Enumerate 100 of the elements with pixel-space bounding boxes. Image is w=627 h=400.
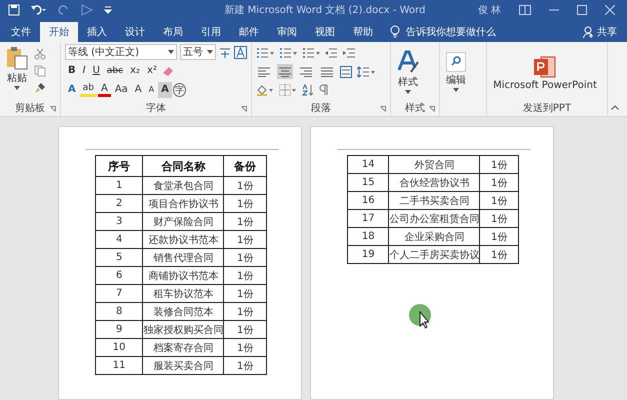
font-effect-button[interactable]: Aa (112, 82, 131, 98)
caret-icon (168, 50, 174, 54)
table-cell: 1份 (224, 212, 266, 230)
dialog-launcher-icon[interactable] (50, 106, 56, 112)
editing-button[interactable]: 编辑 (444, 50, 468, 94)
table-cell: 企业采购合同 (388, 228, 480, 246)
increase-indent-icon[interactable] (343, 47, 356, 59)
customize-caret-icon[interactable] (104, 6, 112, 14)
send-to-powerpoint-button[interactable]: Microsoft PowerPoint (491, 51, 599, 93)
styles-button[interactable]: 样式 (395, 48, 421, 96)
ribbon-tab[interactable]: 布局 (154, 22, 192, 42)
table-cell: 8 (96, 302, 143, 320)
group-label: 剪贴板 (15, 102, 45, 115)
borders-icon[interactable] (279, 84, 297, 96)
maximize-icon[interactable] (577, 5, 587, 15)
user-name[interactable]: 俊 林 (478, 3, 501, 17)
table-cell: 7 (96, 284, 143, 302)
font-effect-button[interactable]: 字 (172, 82, 186, 96)
distributed-align-icon[interactable] (340, 66, 352, 78)
caret-icon (207, 50, 213, 54)
decrease-indent-icon[interactable] (325, 47, 338, 59)
table-cell: 9 (96, 320, 143, 338)
format-button[interactable]: U (90, 62, 103, 78)
table-cell: 1份 (224, 248, 266, 266)
ribbon-tab[interactable]: 文件 (2, 22, 40, 42)
cut-icon[interactable] (34, 48, 46, 60)
table-cell: 1份 (480, 192, 518, 210)
paragraph-mark-icon[interactable] (319, 84, 329, 96)
window-title: 新建 Microsoft Word 文档 (2).docx - Word (223, 4, 426, 17)
tell-me-search[interactable]: 告诉我你想要做什么 (406, 24, 496, 42)
table-cell: 4 (96, 230, 143, 248)
table-cell: 1份 (224, 176, 266, 194)
ribbon-tab[interactable]: 审阅 (268, 22, 306, 42)
table-cell: 1份 (224, 266, 266, 284)
table-cell: 食堂承包合同 (142, 176, 224, 194)
close-icon[interactable] (605, 5, 615, 15)
clear-formatting-icon[interactable] (160, 64, 174, 76)
table-cell: 1份 (224, 302, 266, 320)
ribbon-tab[interactable]: 引用 (192, 22, 230, 42)
ribbon-tab[interactable]: 设计 (116, 22, 154, 42)
dialog-launcher-icon[interactable] (429, 106, 435, 112)
table-cell: 装修合同范本 (142, 302, 224, 320)
table-cell: 服装买卖合同 (142, 356, 224, 374)
table-cell: 1份 (224, 356, 266, 374)
shading-icon[interactable] (256, 84, 274, 96)
table-cell: 1份 (480, 174, 518, 192)
table-cell: 5 (96, 248, 143, 266)
group-label: 样式 (405, 102, 425, 115)
format-button[interactable]: abc (104, 62, 126, 78)
table-cell: 外贸合同 (388, 156, 480, 174)
list-icon[interactable] (279, 47, 297, 59)
ribbon-tab[interactable]: 开始 (40, 22, 78, 42)
table-cell: 个人二手房买卖协议 (388, 246, 480, 264)
share-button[interactable]: 共享 (577, 22, 623, 42)
paste-button[interactable]: 粘贴 (4, 44, 30, 92)
format-button[interactable]: B (65, 62, 79, 78)
font-effect-button[interactable]: A (146, 82, 158, 98)
align-button[interactable] (277, 64, 293, 79)
ribbon-display-icon[interactable] (519, 5, 531, 15)
dialog-launcher-icon[interactable] (380, 106, 386, 112)
format-painter-icon[interactable] (34, 82, 46, 94)
font-effect-button[interactable]: A (158, 82, 172, 98)
ribbon-tab[interactable]: 视图 (306, 22, 344, 42)
ribbon-tab[interactable]: 帮助 (344, 22, 382, 42)
format-button[interactable]: x² (144, 62, 160, 78)
undo-icon[interactable] (30, 4, 48, 16)
line-spacing-icon[interactable] (357, 66, 375, 78)
font-size-field[interactable]: 五号 (180, 44, 216, 60)
mouse-pointer-icon (409, 304, 433, 330)
character-border-icon[interactable] (234, 46, 247, 58)
clipboard-icon (6, 46, 28, 70)
list-icon[interactable] (302, 47, 320, 59)
font-family-field[interactable]: 等线 (中文正文) (65, 44, 177, 60)
font-effect-button[interactable]: A (132, 82, 145, 98)
font-effect-button[interactable]: A (98, 82, 111, 97)
ribbon-tab[interactable]: 邮件 (230, 22, 268, 42)
list-icon[interactable] (256, 47, 274, 59)
table-cell: 1份 (224, 284, 266, 302)
table-cell: 二手书买卖合同 (388, 192, 480, 210)
table-cell: 15 (348, 174, 389, 192)
table-cell: 档案寄存合同 (142, 338, 224, 356)
save-icon[interactable] (8, 4, 20, 16)
sort-icon[interactable] (302, 84, 314, 96)
styles-icon (397, 50, 419, 74)
format-button[interactable]: x₂ (127, 62, 144, 78)
table-cell: 16 (348, 192, 389, 210)
redo-icon[interactable] (58, 4, 70, 16)
font-effect-button[interactable]: ab (80, 82, 97, 97)
table-cell: 11 (96, 356, 143, 374)
table-cell: 销售代理合同 (142, 248, 224, 266)
ribbon-tab[interactable]: 插入 (78, 22, 116, 42)
font-effect-button[interactable]: A (65, 82, 79, 98)
format-button[interactable]: I (80, 62, 89, 78)
column-header: 序号 (96, 156, 143, 176)
table-cell: 商铺协议书范本 (142, 266, 224, 284)
touch-mode-icon[interactable] (80, 4, 94, 16)
search-icon (446, 52, 466, 72)
dialog-launcher-icon[interactable] (241, 106, 247, 112)
collapse-ribbon-icon[interactable] (611, 105, 619, 110)
lightbulb-icon (390, 25, 400, 38)
